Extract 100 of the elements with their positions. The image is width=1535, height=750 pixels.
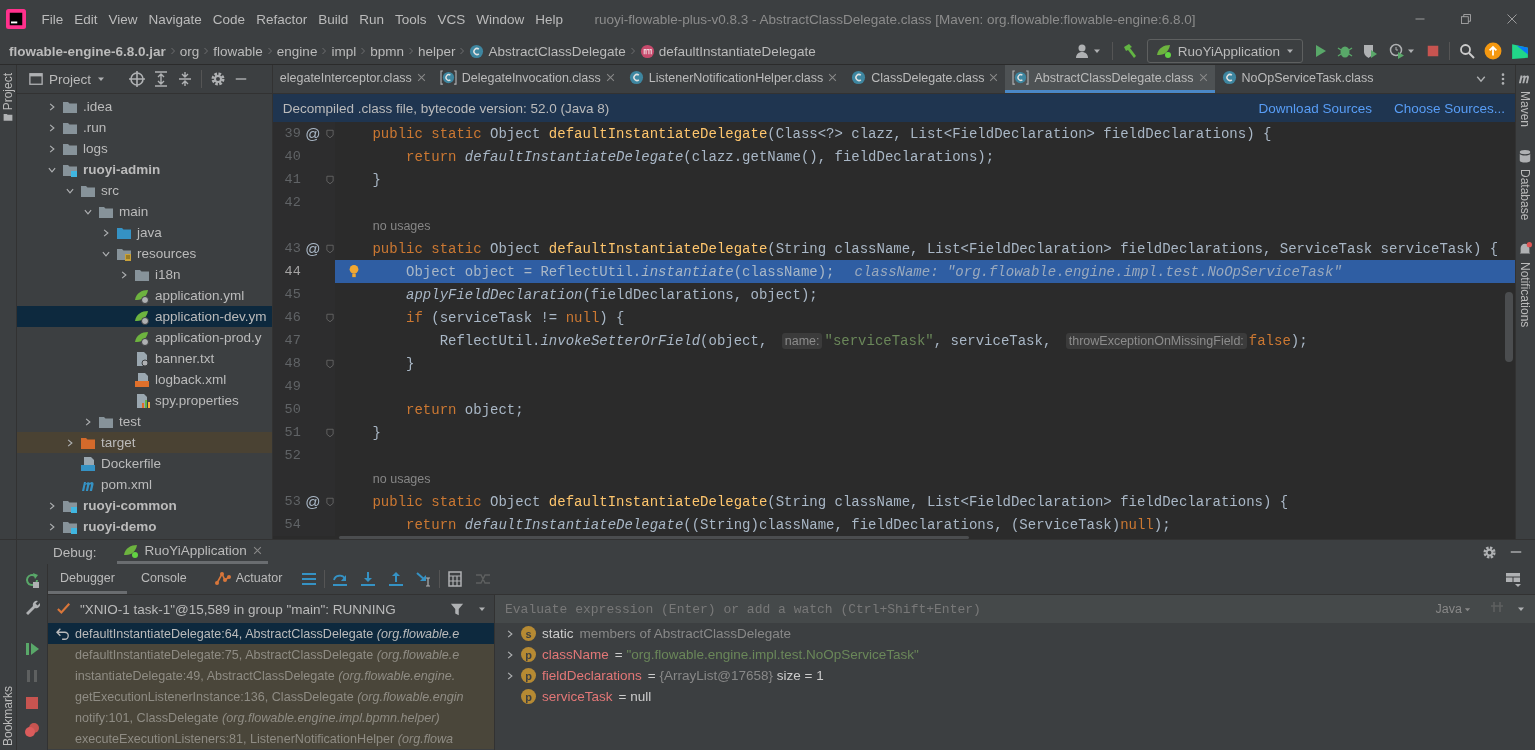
close-icon[interactable] — [605, 73, 615, 82]
variable-name[interactable]: className — [542, 647, 609, 662]
thread-label[interactable]: "XNIO-1 task-1"@15,589 in group "main": RUNNING — [80, 601, 396, 617]
chevron-right-icon[interactable] — [65, 437, 75, 448]
tree-item[interactable]: java — [17, 222, 272, 243]
close-icon[interactable] — [989, 73, 999, 82]
usage-hint[interactable]: no usages — [334, 218, 431, 233]
tree-item[interactable]: target — [17, 432, 272, 453]
variable-name[interactable]: serviceTask — [542, 689, 613, 704]
expand-all-icon[interactable] — [153, 71, 169, 87]
editor-tab[interactable]: DelegateInvocation.class — [432, 65, 622, 93]
tree-item[interactable]: application-prod.y — [17, 327, 272, 348]
wrench-icon[interactable] — [24, 599, 40, 615]
caret-icon[interactable] — [478, 605, 486, 613]
project-tool-tab[interactable]: Project — [1, 71, 15, 113]
debug-tab[interactable]: Actuator — [200, 564, 295, 594]
chevron-right-icon[interactable] — [101, 227, 111, 238]
bookmarks-tool-tab[interactable]: Bookmarks — [1, 683, 15, 748]
tree-item[interactable]: ruoyi-demo — [17, 516, 272, 537]
tree-item[interactable]: spy.properties — [17, 390, 272, 411]
stack-frame[interactable]: executeExecutionListeners:81, ListenerNotificationHelper (org.flowa — [48, 728, 494, 749]
breakpoints-icon[interactable] — [24, 722, 40, 738]
menu-item[interactable]: Navigate — [143, 7, 208, 31]
menu-item[interactable]: Code — [207, 7, 251, 31]
tree-item[interactable]: resources — [17, 243, 272, 264]
breadcrumb[interactable]: AbstractClassDelegate — [466, 43, 629, 59]
banner-link[interactable]: Choose Sources... — [1393, 100, 1505, 116]
menu-item[interactable]: Run — [353, 7, 390, 31]
stack-frame[interactable]: getExecutionListenerInstance:136, ClassDelegate (org.flowable.engin — [48, 686, 494, 707]
breadcrumb[interactable]: org — [176, 43, 203, 59]
tree-item[interactable]: application.yml — [17, 285, 272, 306]
tool-window-tab[interactable]: Notifications — [1518, 242, 1533, 330]
search-icon[interactable] — [1459, 43, 1475, 59]
editor-tab[interactable]: ListenerNotificationHelper.class — [621, 65, 845, 93]
tree-item[interactable]: src — [17, 180, 272, 201]
session-tab[interactable]: RuoYiApplication — [116, 540, 268, 564]
stop-icon[interactable] — [1426, 44, 1440, 58]
close-icon[interactable] — [416, 73, 426, 82]
settings-icon[interactable] — [210, 71, 226, 87]
chevron-right-icon[interactable] — [47, 500, 57, 511]
breadcrumb[interactable]: engine — [273, 43, 321, 59]
debug-tab[interactable]: Debugger — [48, 564, 127, 594]
settings-icon[interactable] — [1482, 544, 1497, 560]
tree-item[interactable]: application-dev.ym — [17, 306, 272, 327]
filter-icon[interactable] — [450, 602, 464, 616]
chevron-right-icon[interactable] — [83, 416, 93, 427]
usage-hint[interactable]: no usages — [334, 471, 431, 486]
menu-item[interactable]: Window — [470, 7, 530, 31]
variable-name[interactable]: static — [542, 626, 574, 641]
stack-frame[interactable]: defaultInstantiateDelegate:75, AbstractClassDelegate (org.flowable.e — [48, 644, 494, 665]
gutter-marker[interactable]: @ — [300, 125, 325, 142]
rerun-icon[interactable] — [24, 572, 40, 588]
tree-item[interactable]: pom.xml — [17, 474, 272, 495]
variable-row[interactable]: p className = "org.flowable.engine.impl.test.NoOpServiceTask" — [495, 644, 1535, 665]
breadcrumb[interactable]: helper — [414, 43, 459, 59]
gutter-marker[interactable]: @ — [300, 240, 325, 257]
menu-item[interactable]: VCS — [432, 7, 471, 31]
tree-item[interactable]: ruoyi-admin — [17, 159, 272, 180]
chevron-right-icon[interactable] — [505, 670, 515, 681]
tree-item[interactable]: logs — [17, 138, 272, 159]
editor-tab[interactable]: AbstractClassDelegate.class — [1005, 65, 1215, 93]
vertical-scrollbar[interactable] — [1505, 292, 1513, 362]
stack-frame[interactable]: notify:101, ClassDelegate (org.flowable.engine.impl.bpmn.helper) — [48, 707, 494, 728]
chevron-right-icon[interactable] — [47, 122, 57, 133]
breadcrumb[interactable]: flowable-engine-6.8.0.jar — [6, 43, 169, 59]
tree-item[interactable]: i18n — [17, 264, 272, 285]
hammer-icon[interactable] — [1121, 43, 1138, 59]
editor-tab[interactable]: ClassDelegate.class — [844, 65, 1006, 93]
tree-item[interactable]: .idea — [17, 96, 272, 117]
tree-item[interactable]: Dockerfile — [17, 453, 272, 474]
breadcrumb[interactable]: flowable — [210, 43, 266, 59]
chevron-right-icon[interactable] — [119, 269, 129, 280]
resume-icon[interactable] — [24, 641, 40, 657]
tree-item[interactable]: banner.txt — [17, 348, 272, 369]
menu-item[interactable]: Help — [529, 7, 569, 31]
menu-item[interactable]: Edit — [68, 7, 104, 31]
menu-item[interactable]: Tools — [389, 7, 432, 31]
variable-row[interactable]: s static members of AbstractClassDelegate — [495, 623, 1535, 644]
tree-item[interactable]: test — [17, 411, 272, 432]
toolbox-icon[interactable] — [1511, 42, 1529, 60]
chevron-right-icon[interactable] — [47, 521, 57, 532]
chevron-right-icon[interactable] — [47, 143, 57, 154]
tool-window-tab[interactable]: Maven — [1518, 71, 1533, 130]
coverage-icon[interactable] — [1362, 43, 1378, 59]
caret-icon[interactable] — [1517, 605, 1525, 613]
menu-item[interactable]: View — [103, 7, 144, 31]
menu-item[interactable]: File — [36, 7, 69, 31]
chevron-right-icon[interactable] — [47, 101, 57, 112]
project-view-dropdown[interactable]: Project — [29, 71, 105, 87]
variable-row[interactable]: p serviceTask = null — [495, 686, 1535, 707]
collapse-all-icon[interactable] — [177, 71, 193, 87]
app-logo-icon[interactable] — [6, 9, 26, 29]
folder-icon[interactable] — [3, 112, 13, 123]
menu-item[interactable]: Refactor — [250, 7, 313, 31]
breadcrumb[interactable]: defaultInstantiateDelegate — [636, 43, 819, 59]
tool-window-tab[interactable]: Database — [1518, 149, 1533, 223]
chevron-right-icon[interactable] — [505, 649, 515, 660]
gutter-marker[interactable]: @ — [300, 493, 325, 510]
variable-row[interactable]: p fieldDeclarations = {ArrayList@17658} size = 1 — [495, 665, 1535, 686]
update-icon[interactable] — [1484, 42, 1502, 60]
